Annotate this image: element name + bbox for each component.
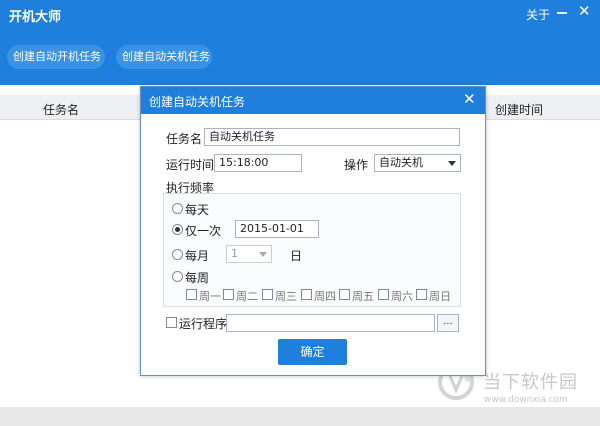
window-close-icon[interactable]: ✕ — [578, 3, 591, 20]
weekday-label: 周五 — [352, 290, 374, 303]
create-shutdown-task-dialog: 创建自动关机任务 ✕ 任务名 自动关机任务 运行时间 15:18:00 操作 自… — [140, 86, 486, 376]
run-time-input[interactable]: 15:18:00 — [214, 154, 302, 172]
operation-select[interactable]: 自动关机 — [374, 154, 461, 172]
once-date-input[interactable]: 2015-01-01 — [235, 220, 319, 238]
frequency-weekly-label[interactable]: 每周 — [185, 269, 209, 286]
frequency-monthly-radio[interactable] — [172, 249, 183, 260]
task-name-label: 任务名 — [166, 132, 203, 146]
minimize-icon[interactable] — [557, 12, 567, 14]
about-link[interactable]: 关于 — [526, 6, 550, 23]
app-titlebar — [0, 0, 600, 85]
status-bar — [0, 407, 600, 426]
browse-button[interactable]: ... — [437, 314, 459, 332]
day-suffix-label: 日 — [290, 249, 303, 263]
column-header-task-name[interactable]: 任务名 — [43, 101, 79, 118]
run-program-path-input[interactable] — [226, 314, 435, 332]
run-program-checkbox[interactable] — [166, 317, 177, 328]
chevron-down-icon — [259, 252, 267, 257]
app-title: 开机大师 — [9, 10, 62, 25]
weekday-label: 周一 — [199, 290, 221, 303]
frequency-once-radio[interactable] — [172, 224, 183, 235]
weekday-label: 周六 — [391, 290, 413, 303]
month-day-select-value: 1 — [231, 247, 238, 260]
weekday-label: 周日 — [429, 290, 451, 303]
run-time-label: 运行时间 — [166, 158, 215, 172]
create-startup-task-button[interactable]: 创建自动开机任务 — [7, 45, 105, 69]
weekday-label: 周二 — [236, 290, 258, 303]
weekday-checkbox[interactable] — [378, 289, 389, 300]
weekday-checkbox[interactable] — [301, 289, 312, 300]
watermark-url: www.downxia.com — [484, 395, 568, 405]
confirm-button[interactable]: 确定 — [278, 339, 347, 365]
dialog-title: 创建自动关机任务 — [149, 95, 246, 109]
weekday-checkbox[interactable] — [223, 289, 234, 300]
run-program-label[interactable]: 运行程序 — [179, 315, 227, 332]
create-shutdown-task-button[interactable]: 创建自动关机任务 — [116, 45, 212, 69]
frequency-monthly-label[interactable]: 每月 — [185, 247, 209, 264]
frequency-once-label[interactable]: 仅一次 — [185, 222, 221, 239]
frequency-daily-label[interactable]: 每天 — [185, 201, 209, 218]
frequency-weekly-radio[interactable] — [172, 271, 183, 282]
weekday-label: 周四 — [314, 290, 336, 303]
weekday-checkbox[interactable] — [186, 289, 197, 300]
operation-select-value: 自动关机 — [379, 156, 423, 169]
column-header-created-time[interactable]: 创建时间 — [495, 101, 543, 118]
frequency-daily-radio[interactable] — [172, 203, 183, 214]
month-day-select[interactable]: 1 — [226, 245, 272, 263]
task-name-input[interactable]: 自动关机任务 — [204, 128, 460, 146]
chevron-down-icon — [448, 161, 456, 166]
watermark-name: 当下软件园 — [483, 372, 578, 393]
dialog-close-icon[interactable]: ✕ — [463, 91, 476, 108]
weekday-label: 周三 — [275, 290, 297, 303]
weekday-checkbox[interactable] — [416, 289, 427, 300]
weekday-checkbox[interactable] — [262, 289, 273, 300]
weekday-checkbox[interactable] — [339, 289, 350, 300]
operation-label: 操作 — [344, 158, 369, 172]
